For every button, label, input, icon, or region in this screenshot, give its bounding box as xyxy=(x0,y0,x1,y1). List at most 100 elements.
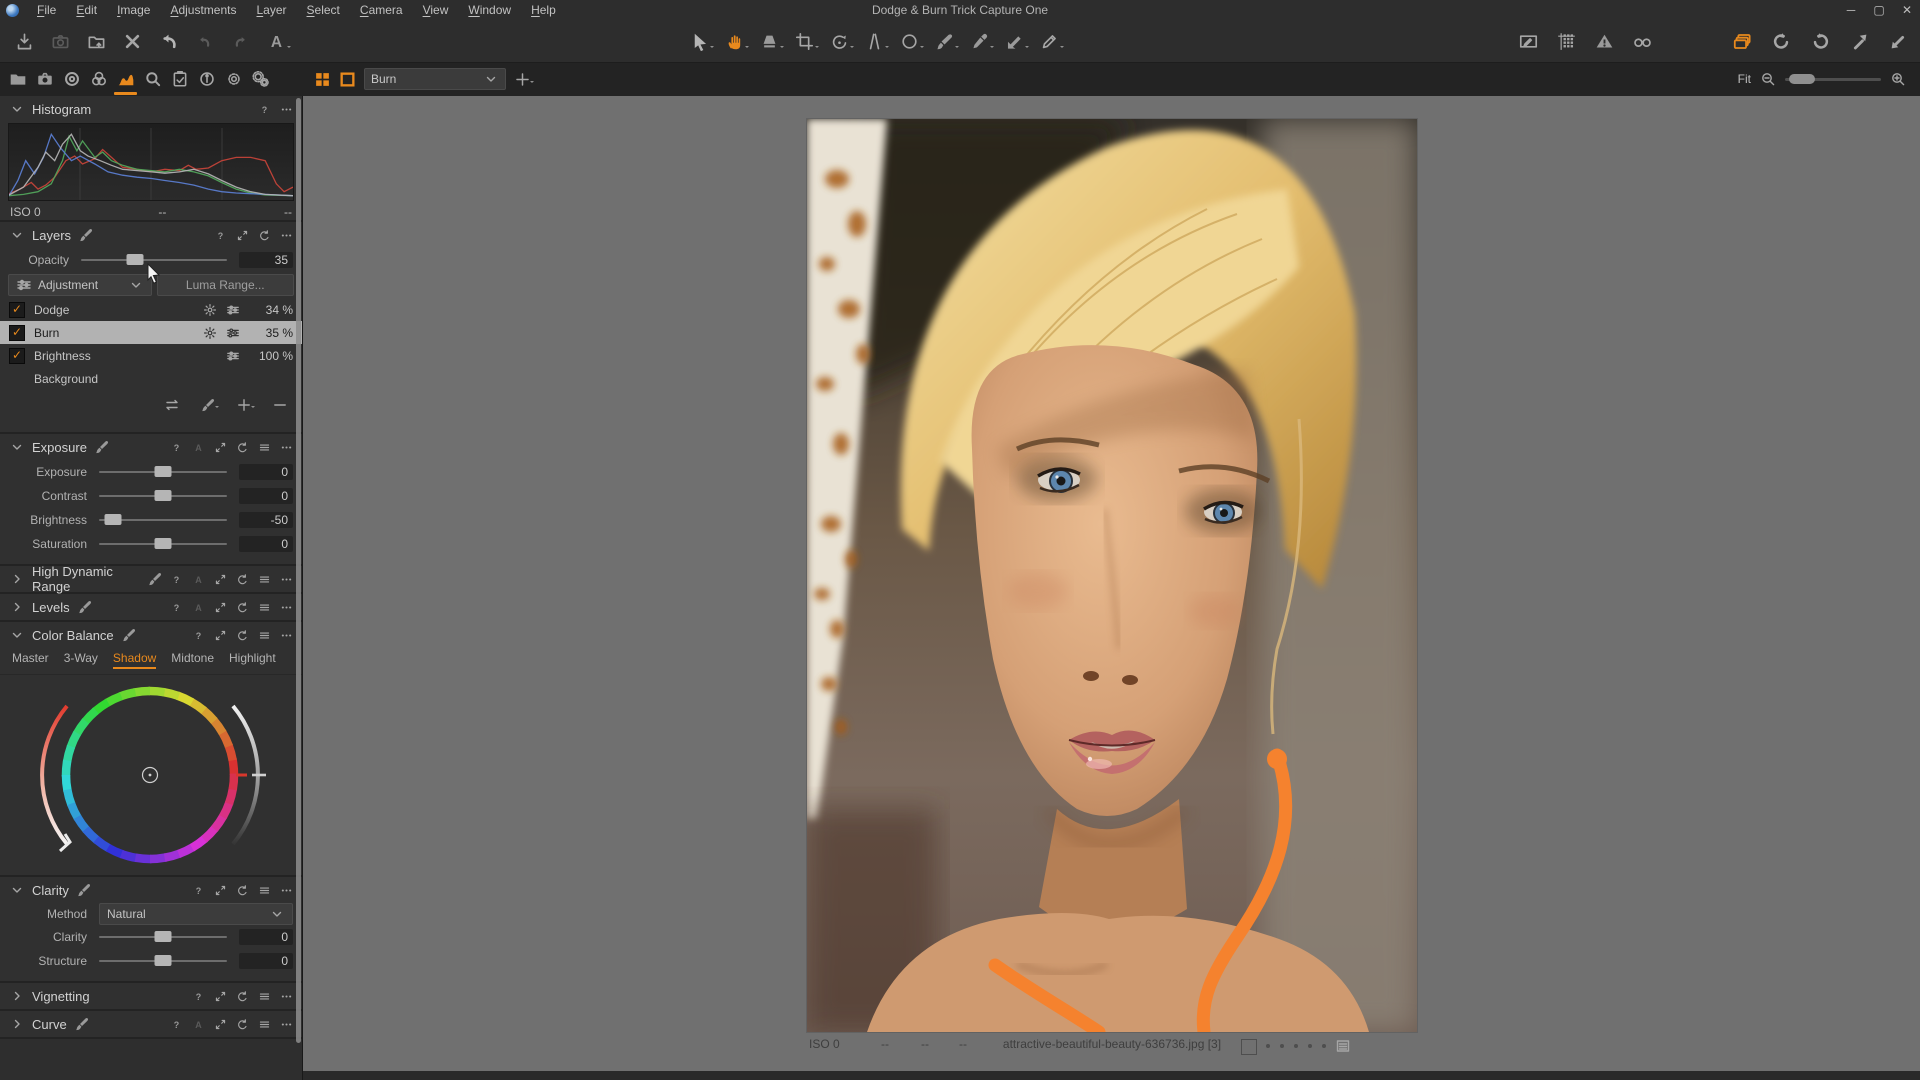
slider-thumb[interactable] xyxy=(154,490,172,501)
layer-type-dropdown[interactable]: Adjustment xyxy=(8,274,152,296)
slider-thumb[interactable] xyxy=(154,466,172,477)
rating-dot[interactable] xyxy=(1280,1044,1284,1048)
clarity-method-dropdown[interactable]: Natural xyxy=(99,903,293,925)
more-icon[interactable] xyxy=(280,441,293,454)
brightness-slider[interactable] xyxy=(99,514,227,525)
opacity-slider-thumb[interactable] xyxy=(126,254,144,265)
browser-toggle-button[interactable] xyxy=(1730,29,1754,53)
copy-adjustments-icon[interactable] xyxy=(164,397,180,413)
cb-tab-highlight[interactable]: Highlight xyxy=(229,651,276,669)
slider-thumb[interactable] xyxy=(104,514,122,525)
grid-overlay-button[interactable] xyxy=(1554,29,1578,53)
tool-tab-plugins[interactable] xyxy=(247,63,274,95)
help-icon[interactable]: ? xyxy=(258,103,271,116)
arrow-out-button[interactable] xyxy=(1847,29,1871,53)
redo-circular-button[interactable] xyxy=(1808,29,1832,53)
rating-dot[interactable] xyxy=(1266,1044,1270,1048)
menu-camera[interactable]: Camera xyxy=(350,3,413,17)
expand-icon[interactable] xyxy=(214,884,227,897)
help-icon[interactable]: ? xyxy=(192,629,205,642)
menu-icon[interactable] xyxy=(258,573,271,586)
layer-row[interactable]: ✓ Dodge 34 % xyxy=(0,298,302,321)
menu-icon[interactable] xyxy=(258,990,271,1003)
menu-adjustments[interactable]: Adjustments xyxy=(160,3,246,17)
reset-icon[interactable] xyxy=(236,990,249,1003)
tool-tab-details[interactable] xyxy=(139,63,166,95)
pencil-tool[interactable] xyxy=(1038,29,1064,53)
reset-icon[interactable] xyxy=(258,229,271,242)
crop-tool[interactable] xyxy=(793,29,819,53)
minimize-button[interactable]: ─ xyxy=(1844,0,1858,20)
slider-value[interactable]: 0 xyxy=(239,488,293,504)
luma-range-button[interactable]: Luma Range... xyxy=(156,274,294,296)
menu-edit[interactable]: Edit xyxy=(66,3,107,17)
sliders-icon[interactable] xyxy=(226,303,240,317)
opacity-value[interactable]: 35 xyxy=(239,252,293,268)
expand-icon[interactable] xyxy=(214,629,227,642)
auto-icon[interactable]: A xyxy=(192,1018,205,1031)
gradient-tool[interactable] xyxy=(1003,29,1029,53)
menu-icon[interactable] xyxy=(258,601,271,614)
help-icon[interactable]: ? xyxy=(192,884,205,897)
clarity-slider[interactable] xyxy=(99,931,227,942)
brush-small-icon[interactable] xyxy=(200,397,219,413)
plus-icon[interactable] xyxy=(236,397,255,413)
expand-icon[interactable] xyxy=(214,441,227,454)
menu-icon[interactable] xyxy=(258,1018,271,1031)
slider-value[interactable]: -50 xyxy=(239,512,293,528)
reset-icon[interactable] xyxy=(236,629,249,642)
proof-view-button[interactable] xyxy=(1630,29,1654,53)
minus-icon[interactable] xyxy=(272,397,288,413)
history-forward-button[interactable] xyxy=(228,29,252,53)
help-icon[interactable]: ? xyxy=(192,990,205,1003)
cb-tab-shadow[interactable]: Shadow xyxy=(112,651,157,669)
expand-icon[interactable] xyxy=(214,573,227,586)
color-tag-checkbox[interactable] xyxy=(1241,1039,1257,1055)
slider-value[interactable]: 0 xyxy=(239,953,293,969)
tool-tab-adjustments[interactable] xyxy=(112,63,139,95)
delete-button[interactable] xyxy=(120,29,144,53)
fit-label[interactable]: Fit xyxy=(1738,72,1751,86)
text-style-button[interactable]: A xyxy=(264,29,291,53)
annotations-button[interactable] xyxy=(1516,29,1540,53)
reset-icon[interactable] xyxy=(236,1018,249,1031)
keystone-tool[interactable] xyxy=(863,29,889,53)
layer-row[interactable]: Background xyxy=(0,367,302,390)
cb-tab-3-way[interactable]: 3-Way xyxy=(64,651,98,669)
menu-icon[interactable] xyxy=(258,629,271,642)
more-icon[interactable] xyxy=(280,1018,293,1031)
history-back-button[interactable] xyxy=(192,29,216,53)
help-icon[interactable]: ? xyxy=(170,1018,183,1031)
close-button[interactable]: ✕ xyxy=(1900,0,1914,20)
rating-dot[interactable] xyxy=(1294,1044,1298,1048)
add-view-button[interactable] xyxy=(514,71,534,88)
rating-dot[interactable] xyxy=(1308,1044,1312,1048)
more-icon[interactable] xyxy=(280,990,293,1003)
slider-value[interactable]: 0 xyxy=(239,536,293,552)
zoom-slider-thumb[interactable] xyxy=(1789,73,1815,84)
cb-tab-midtone[interactable]: Midtone xyxy=(171,651,214,669)
zoom-out-icon[interactable] xyxy=(1760,71,1776,87)
sliders-icon[interactable] xyxy=(226,349,240,363)
chevron-down-icon[interactable] xyxy=(9,627,25,643)
sun-icon[interactable] xyxy=(203,303,217,317)
export-button[interactable] xyxy=(84,29,108,53)
help-icon[interactable]: ? xyxy=(170,601,183,614)
more-icon[interactable] xyxy=(280,573,293,586)
more-icon[interactable] xyxy=(280,601,293,614)
import-button[interactable] xyxy=(12,29,36,53)
brush-icon[interactable] xyxy=(94,439,110,455)
undo-arrow-button[interactable] xyxy=(156,29,180,53)
select-tool[interactable] xyxy=(688,29,714,53)
layer-visibility-checkbox[interactable]: ✓ xyxy=(9,301,25,318)
tool-tab-settings[interactable] xyxy=(220,63,247,95)
slider-thumb[interactable] xyxy=(154,931,172,942)
tool-tab-lens[interactable] xyxy=(58,63,85,95)
saturation-slider[interactable] xyxy=(99,538,227,549)
sliders-icon[interactable] xyxy=(226,326,240,340)
more-icon[interactable] xyxy=(280,229,293,242)
maximize-button[interactable]: ▢ xyxy=(1872,0,1886,20)
reset-icon[interactable] xyxy=(236,884,249,897)
layer-row[interactable]: ✓ Brightness 100 % xyxy=(0,344,302,367)
circle-tool[interactable] xyxy=(898,29,924,53)
